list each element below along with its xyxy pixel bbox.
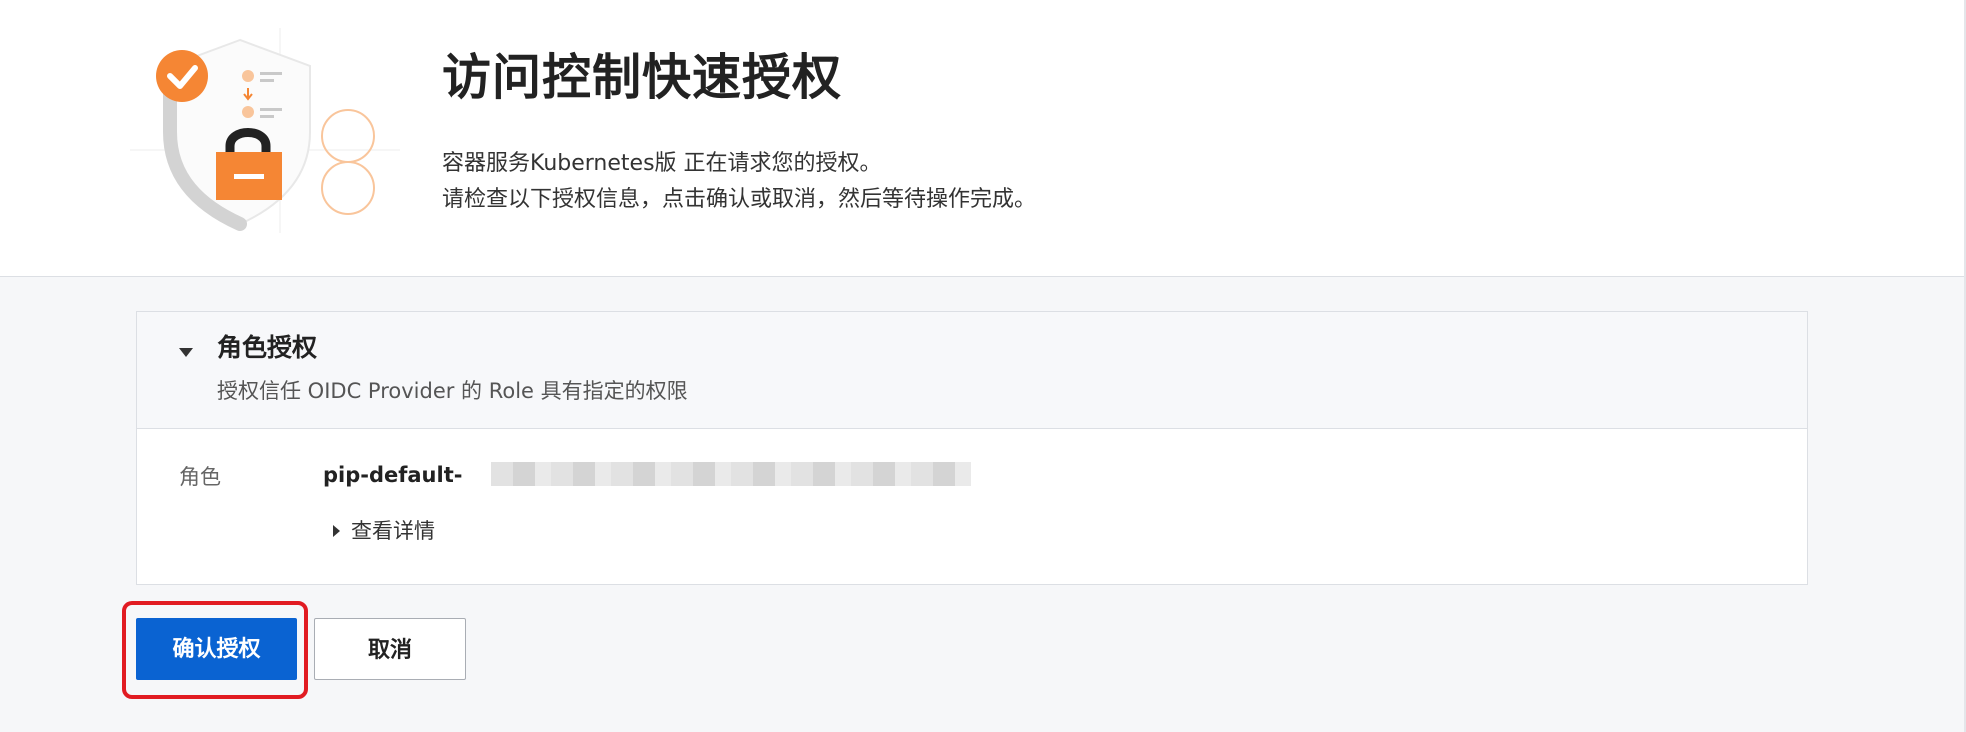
panel-header[interactable]: 角色授权 授权信任 OIDC Provider 的 Role 具有指定的权限 (137, 312, 1807, 429)
role-label: 角色 (179, 465, 221, 489)
cancel-button[interactable]: 取消 (314, 618, 466, 680)
role-authorization-panel: 角色授权 授权信任 OIDC Provider 的 Role 具有指定的权限 角… (136, 311, 1808, 585)
collapse-caret-icon[interactable] (179, 348, 193, 357)
redacted-role-suffix (491, 462, 971, 486)
authorization-page: 访问控制快速授权 容器服务Kubernetes版 正在请求您的授权。 请检查以下… (0, 0, 1966, 732)
panel-subtitle: 授权信任 OIDC Provider 的 Role 具有指定的权限 (217, 379, 688, 403)
view-details-label: 查看详情 (351, 519, 435, 543)
page-header: 访问控制快速授权 容器服务Kubernetes版 正在请求您的授权。 请检查以下… (0, 0, 1964, 277)
page-title: 访问控制快速授权 (442, 49, 843, 106)
confirm-authorization-button[interactable]: 确认授权 (136, 618, 297, 680)
expand-caret-icon (333, 525, 340, 537)
request-description: 容器服务Kubernetes版 正在请求您的授权。 (442, 151, 882, 176)
instruction-text: 请检查以下授权信息，点击确认或取消，然后等待操作完成。 (442, 187, 1037, 212)
panel-title: 角色授权 (217, 333, 318, 362)
role-name: pip-default- (323, 463, 463, 487)
shield-lock-check-icon (130, 28, 400, 233)
main-content: 角色授权 授权信任 OIDC Provider 的 Role 具有指定的权限 角… (0, 277, 1964, 732)
